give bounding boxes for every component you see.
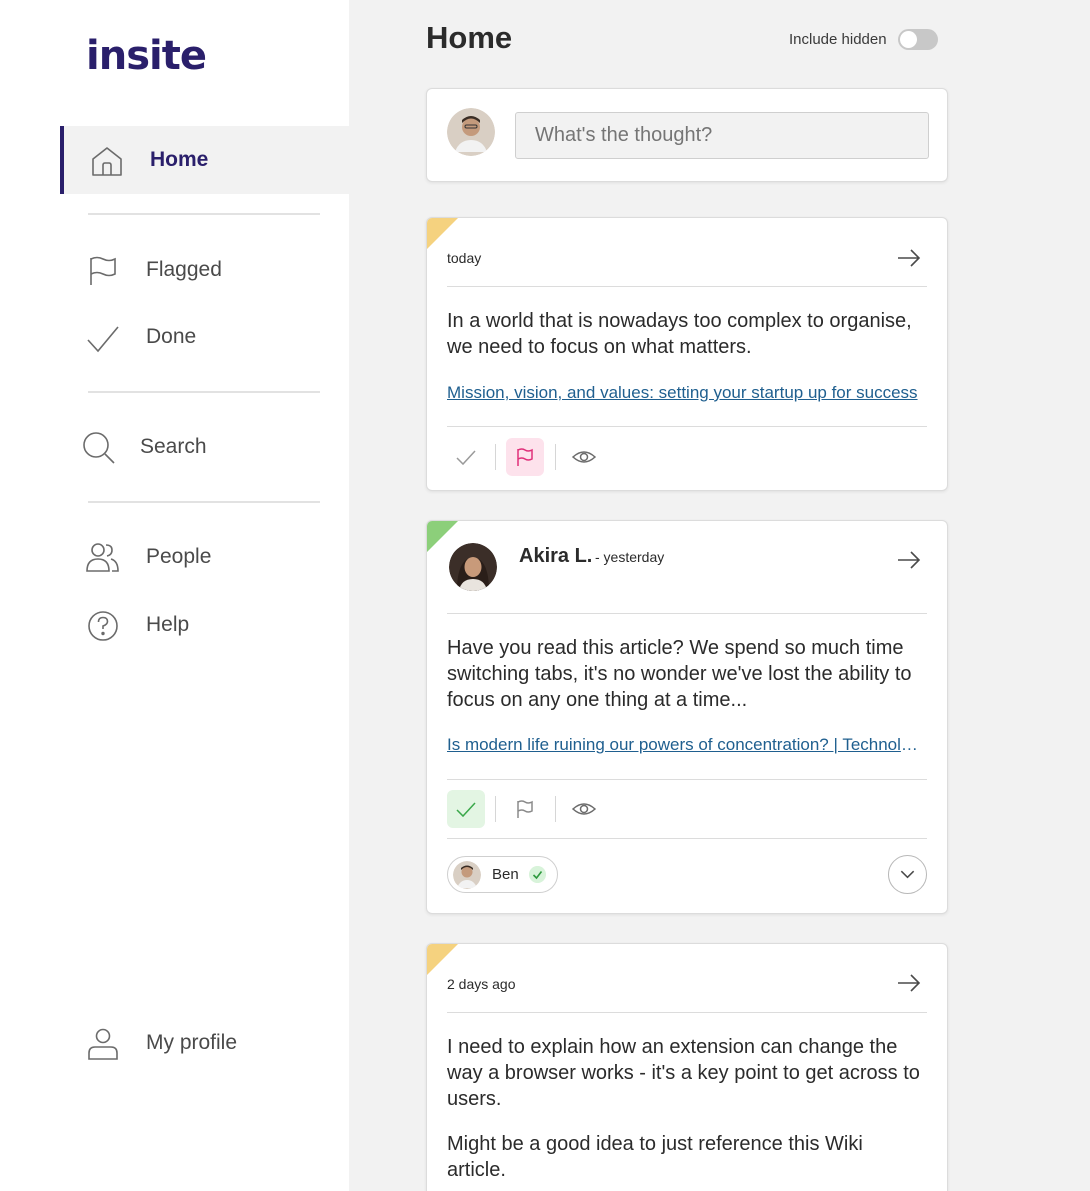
done-button[interactable] xyxy=(447,790,485,828)
sidebar-item-done[interactable]: Done xyxy=(60,303,349,371)
card-link[interactable]: Is modern life ruining our powers of con… xyxy=(447,735,927,755)
flag-icon xyxy=(90,256,116,285)
sidebar-divider xyxy=(88,391,320,393)
card-divider xyxy=(447,426,927,427)
arrow-right-icon[interactable] xyxy=(895,546,923,574)
priority-corner xyxy=(427,944,458,975)
sidebar-item-help[interactable]: Help xyxy=(60,591,349,659)
card-text: Might be a good idea to just reference t… xyxy=(447,1133,863,1181)
shared-user-name: Ben xyxy=(492,866,519,883)
home-icon xyxy=(92,147,122,176)
action-separator xyxy=(555,796,556,822)
card-divider xyxy=(447,1012,927,1013)
card-text: Have you read this article? We spend so … xyxy=(447,637,912,711)
thought-card: Akira L. - yesterday Have you read this … xyxy=(426,520,948,914)
flag-icon xyxy=(517,448,533,466)
sidebar-item-label: People xyxy=(146,545,212,568)
thought-card: 2 days ago I need to explain how an exte… xyxy=(426,943,948,1191)
card-divider xyxy=(447,779,927,780)
card-divider xyxy=(447,286,927,287)
shared-user-chip[interactable]: Ben xyxy=(447,856,558,893)
avatar xyxy=(449,543,497,591)
card-timestamp: - yesterday xyxy=(595,549,665,565)
insite-logo[interactable]: insite xyxy=(86,26,207,86)
flag-icon xyxy=(517,800,533,818)
sidebar-item-my-profile[interactable]: My profile xyxy=(60,1009,349,1077)
card-text: I need to explain how an extension can c… xyxy=(447,1036,920,1110)
check-icon xyxy=(87,326,119,353)
include-hidden-toggle[interactable] xyxy=(898,29,938,50)
done-button[interactable] xyxy=(447,438,485,476)
people-icon xyxy=(86,543,119,572)
card-text: In a world that is nowadays too complex … xyxy=(447,310,912,358)
flag-button[interactable] xyxy=(506,438,544,476)
author-name: Akira L. xyxy=(519,545,593,567)
toggle-knob xyxy=(900,31,917,48)
flag-button[interactable] xyxy=(506,790,544,828)
sidebar-item-flagged[interactable]: Flagged xyxy=(60,236,349,304)
composer-card xyxy=(426,88,948,182)
card-timestamp: 2 days ago xyxy=(447,976,516,992)
help-icon xyxy=(88,611,118,641)
sidebar-item-label: Help xyxy=(146,613,190,636)
action-separator xyxy=(495,444,496,470)
check-icon xyxy=(456,802,476,818)
thought-input[interactable] xyxy=(515,112,929,159)
avatar xyxy=(453,861,481,889)
sidebar-item-people[interactable]: People xyxy=(60,523,349,591)
action-separator xyxy=(555,444,556,470)
sidebar: insite Home Flagged Done Search People H… xyxy=(0,0,349,1191)
check-icon xyxy=(529,866,546,883)
sidebar-item-label: Home xyxy=(150,148,209,171)
hide-button[interactable] xyxy=(565,790,603,828)
sidebar-divider xyxy=(88,501,320,503)
check-icon xyxy=(456,450,476,466)
avatar xyxy=(447,108,495,156)
hide-button[interactable] xyxy=(565,438,603,476)
sidebar-item-label: Done xyxy=(146,325,197,348)
sidebar-divider xyxy=(88,213,320,215)
sidebar-item-search[interactable]: Search xyxy=(60,413,349,481)
sidebar-item-home[interactable]: Home xyxy=(60,126,349,194)
card-timestamp: today xyxy=(447,250,482,266)
sidebar-item-label: Search xyxy=(140,435,207,458)
chevron-down-icon[interactable] xyxy=(888,855,927,894)
card-divider xyxy=(447,838,927,839)
priority-corner xyxy=(427,521,458,552)
arrow-right-icon[interactable] xyxy=(895,969,923,997)
card-link[interactable]: Mission, vision, and values: setting you… xyxy=(447,383,927,403)
eye-icon xyxy=(572,451,596,463)
include-hidden-label: Include hidden xyxy=(789,31,887,48)
logo-text: insite xyxy=(86,33,207,79)
eye-icon xyxy=(572,803,596,815)
sidebar-item-label: My profile xyxy=(146,1031,238,1054)
page-title: Home xyxy=(426,20,513,55)
arrow-right-icon[interactable] xyxy=(895,244,923,272)
sidebar-item-label: Flagged xyxy=(146,258,222,281)
action-separator xyxy=(495,796,496,822)
user-icon xyxy=(88,1028,118,1060)
thought-card: today In a world that is nowadays too co… xyxy=(426,217,948,491)
card-divider xyxy=(447,613,927,614)
priority-corner xyxy=(427,218,458,249)
search-icon xyxy=(83,432,115,464)
